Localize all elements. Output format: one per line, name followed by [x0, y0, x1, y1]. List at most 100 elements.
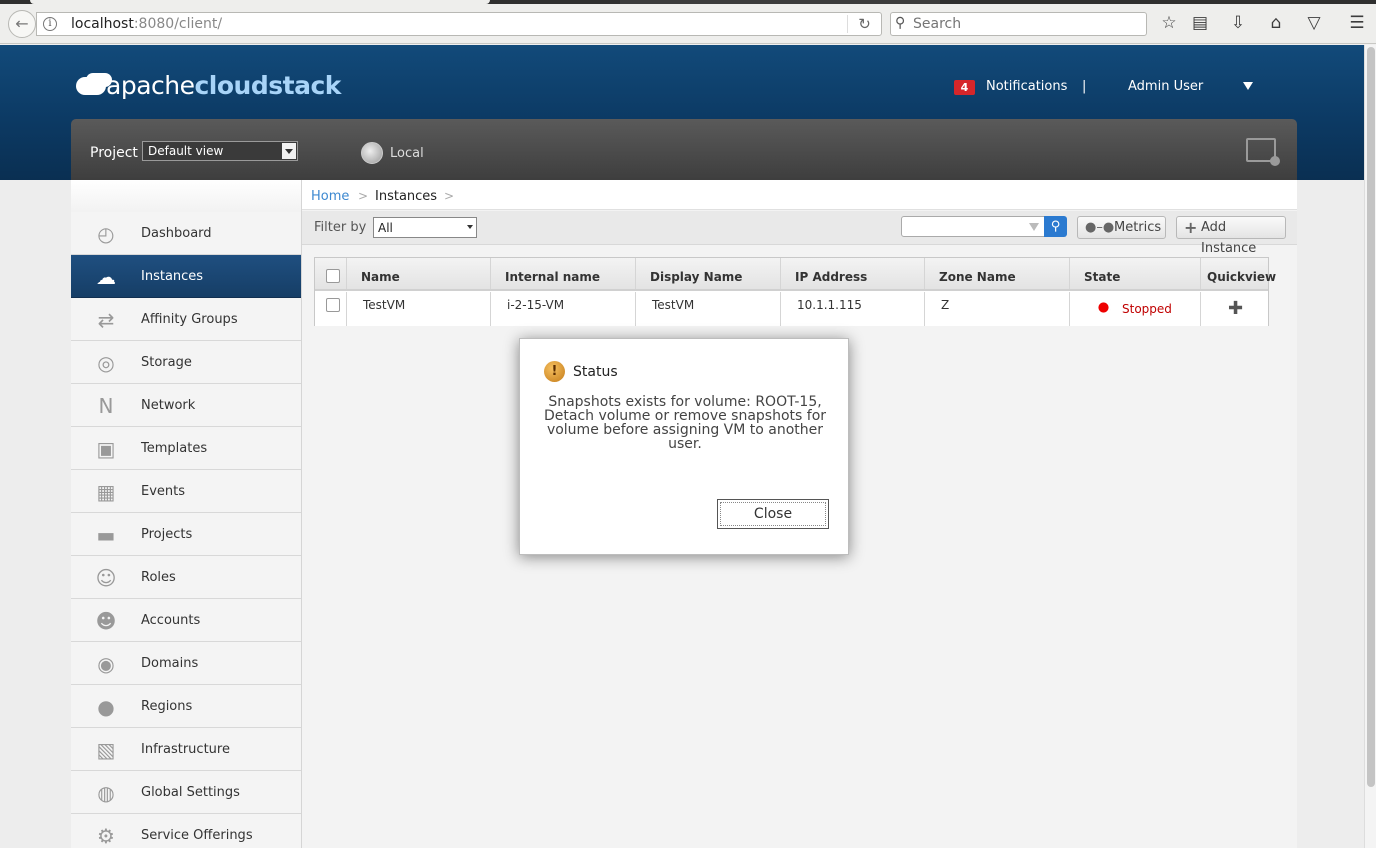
home-icon[interactable]: ⌂	[1265, 12, 1287, 34]
globe-icon[interactable]	[361, 142, 383, 164]
add-instance-button[interactable]: + Add Instance	[1176, 216, 1286, 256]
zone-label[interactable]: Local	[390, 146, 424, 161]
reload-icon[interactable]: ↻	[847, 15, 875, 33]
breadcrumb-current[interactable]: Instances	[375, 189, 437, 204]
menu-icon[interactable]: ☰	[1346, 12, 1368, 34]
search-icon: ⚲	[895, 15, 906, 31]
sidebar-item-roles[interactable]: ☺ Roles	[71, 556, 301, 599]
browser-search[interactable]: ⚲	[890, 12, 1147, 36]
chevron-down-icon	[467, 225, 473, 229]
sidebar-item-label: Dashboard	[141, 226, 212, 241]
cell-ip-address: 10.1.1.115	[781, 292, 925, 326]
sidebar-item-regions[interactable]: ● Regions	[71, 685, 301, 728]
account-icon: ☻	[95, 609, 117, 633]
filter-select[interactable]: All	[373, 217, 477, 238]
sidebar-item-instances[interactable]: ☁ Instances	[71, 255, 301, 298]
column-header-ip-address[interactable]: IP Address	[781, 258, 925, 289]
cell-display-name: TestVM	[636, 292, 781, 326]
infrastructure-icon: ▧	[96, 738, 116, 762]
sidebar-item-affinity-groups[interactable]: ⇄ Affinity Groups	[71, 298, 301, 341]
metrics-icon: ●–●	[1085, 220, 1115, 235]
search-dropdown-icon[interactable]	[1029, 223, 1039, 231]
logo-strong: cloudstack	[194, 71, 341, 100]
state-text: Stopped	[1122, 302, 1172, 316]
globe-icon: ●	[97, 695, 115, 719]
notifications-link[interactable]: Notifications	[986, 79, 1067, 94]
breadcrumb-home[interactable]: Home	[311, 189, 349, 204]
info-icon[interactable]: i	[43, 17, 57, 31]
stopped-status-icon	[1096, 300, 1111, 315]
quickview-plus-icon[interactable]: ✚	[1228, 298, 1243, 319]
column-header-state[interactable]: State	[1070, 258, 1201, 289]
sidebar: ◴ Dashboard ☁ Instances ⇄ Affinity Groups ◎ Sto…	[71, 180, 302, 848]
back-button[interactable]: ←	[8, 10, 36, 38]
close-button[interactable]: Close	[717, 499, 829, 529]
download-icon[interactable]: ⇩	[1227, 12, 1249, 34]
sidebar-nav: ◴ Dashboard ☁ Instances ⇄ Affinity Groups ◎ Sto…	[71, 212, 301, 848]
header-separator: |	[1082, 79, 1087, 94]
cell-quickview: ✚	[1201, 292, 1268, 326]
scrollbar-thumb[interactable]	[1367, 47, 1375, 787]
table-row[interactable]: TestVM i-2-15-VM TestVM 10.1.1.115 Z Sto…	[315, 292, 1268, 326]
user-menu-caret-icon[interactable]	[1243, 82, 1253, 90]
affinity-icon: ⇄	[97, 308, 115, 332]
sidebar-item-label: Network	[141, 398, 196, 413]
tab-strip	[0, 0, 1376, 4]
sidebar-item-events[interactable]: ▦ Events	[71, 470, 301, 513]
sidebar-item-domains[interactable]: ◉ Domains	[71, 642, 301, 685]
dialog-message: Snapshots exists for volume: ROOT-15, De…	[543, 394, 827, 452]
cell-state: Stopped	[1070, 292, 1201, 326]
list-toolbar: Filter by All ⚲ ●–● Metrics + Add Instan…	[302, 211, 1297, 256]
column-header-zone-name[interactable]: Zone Name	[925, 258, 1070, 289]
sidebar-item-label: Roles	[141, 570, 176, 585]
sidebar-item-label: Storage	[141, 355, 192, 370]
roles-icon: ☺	[95, 566, 117, 590]
column-header-display-name[interactable]: Display Name	[636, 258, 781, 289]
project-select[interactable]: Default view	[142, 141, 298, 161]
sidebar-item-infrastructure[interactable]: ▧ Infrastructure	[71, 728, 301, 771]
folder-icon: ▬	[96, 523, 116, 547]
url-text: localhost:8080/client/	[71, 16, 223, 32]
sidebar-item-projects[interactable]: ▬ Projects	[71, 513, 301, 556]
sidebar-item-network[interactable]: N Network	[71, 384, 301, 427]
sidebar-item-label: Global Settings	[141, 785, 240, 800]
column-header-internal-name[interactable]: Internal name	[491, 258, 636, 289]
dialog-title: Status	[573, 364, 618, 380]
user-menu-label[interactable]: Admin User	[1128, 79, 1203, 94]
reading-list-icon[interactable]: ▤	[1189, 12, 1211, 34]
bookmark-star-icon[interactable]: ☆	[1158, 12, 1180, 34]
logo-prefix: apache	[106, 71, 195, 100]
sidebar-item-label: Affinity Groups	[141, 312, 238, 327]
pocket-icon[interactable]: ▽	[1303, 12, 1325, 34]
sidebar-item-accounts[interactable]: ☻ Accounts	[71, 599, 301, 642]
search-button[interactable]: ⚲	[1044, 216, 1067, 237]
project-select-value: Default view	[148, 144, 224, 158]
sidebar-item-label: Accounts	[141, 613, 201, 628]
sidebar-item-service-offerings[interactable]: ⚙ Service Offerings	[71, 814, 301, 848]
sidebar-item-global-settings[interactable]: ◍ Global Settings	[71, 771, 301, 814]
cell-name[interactable]: TestVM	[347, 292, 491, 326]
notifications-count-badge[interactable]: 4	[954, 80, 975, 95]
breadcrumb-separator: >	[358, 189, 369, 203]
select-all-checkbox[interactable]	[326, 269, 340, 283]
sidebar-item-label: Infrastructure	[141, 742, 230, 757]
page-scrollbar[interactable]	[1364, 45, 1376, 848]
search-input[interactable]	[901, 216, 1045, 237]
filter-label: Filter by	[314, 220, 367, 235]
sidebar-item-dashboard[interactable]: ◴ Dashboard	[71, 212, 301, 255]
sidebar-item-label: Projects	[141, 527, 193, 542]
browser-search-input[interactable]	[913, 15, 1133, 33]
browser-toolbar: ← i localhost:8080/client/ ↻ ⚲ ☆ ▤ ⇩ ⌂ ▽…	[0, 0, 1376, 44]
gear-icon: ⚙	[97, 824, 115, 848]
chevron-down-icon[interactable]	[282, 143, 296, 159]
sidebar-item-templates[interactable]: ▣ Templates	[71, 427, 301, 470]
column-header-quickview: Quickview	[1207, 270, 1277, 284]
row-checkbox[interactable]	[326, 298, 340, 312]
url-bar[interactable]: i localhost:8080/client/ ↻	[36, 12, 882, 36]
certificate-icon[interactable]	[1246, 138, 1280, 166]
project-label: Project	[90, 145, 138, 161]
metrics-button[interactable]: ●–● Metrics	[1077, 216, 1166, 239]
sidebar-item-storage[interactable]: ◎ Storage	[71, 341, 301, 384]
cloud-icon: ☁	[96, 265, 116, 289]
column-header-name[interactable]: Name	[347, 258, 491, 289]
